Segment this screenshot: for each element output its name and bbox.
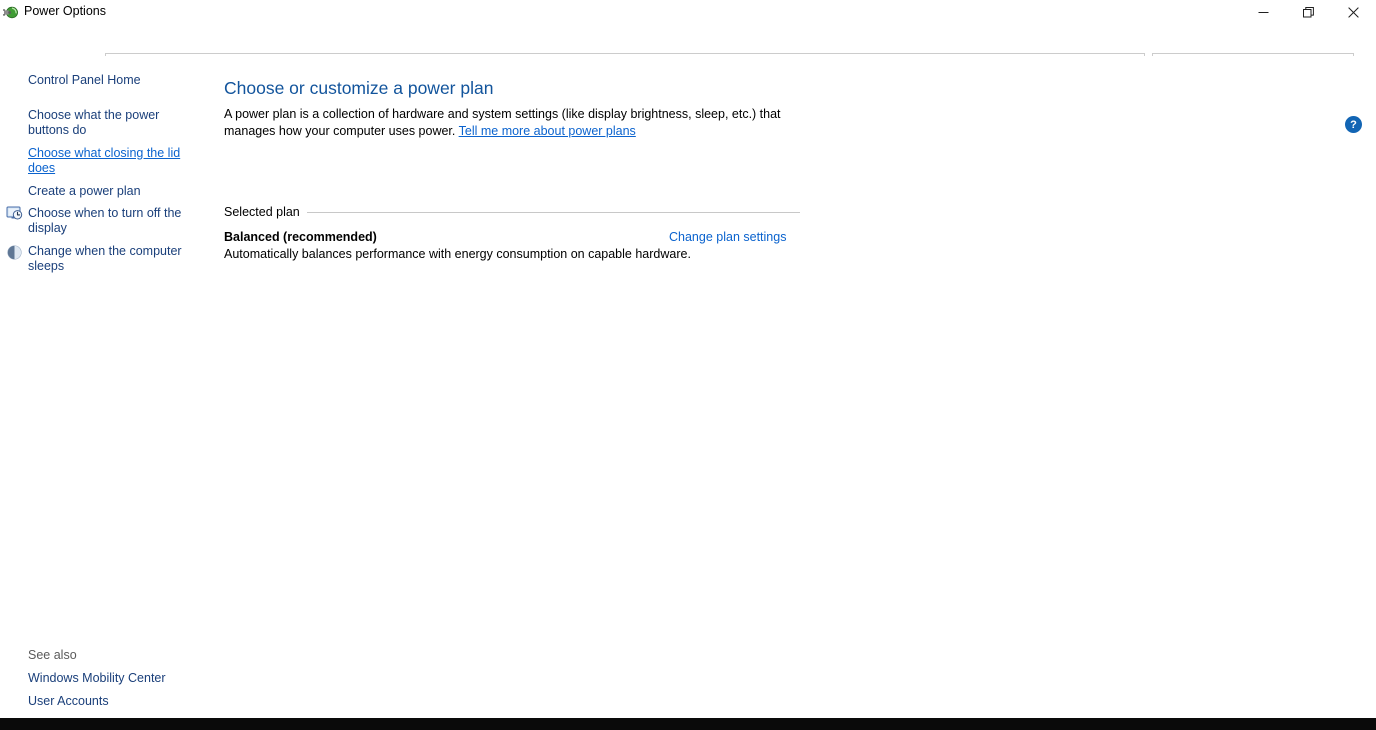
sidebar-item-windows-mobility-center[interactable]: Windows Mobility Center [28, 671, 188, 686]
tell-me-more-link[interactable]: Tell me more about power plans [459, 124, 636, 138]
maximize-button[interactable] [1286, 0, 1331, 24]
sidebar-item-closing-lid[interactable]: Choose what closing the lid does [28, 146, 183, 176]
power-options-window: Power Options Search Control Panel Contr… [0, 0, 1376, 730]
sidebar-item-label: Choose what closing the lid does [28, 146, 181, 175]
sidebar-item-create-power-plan[interactable]: Create a power plan [28, 184, 178, 199]
group-divider [224, 212, 800, 213]
help-button[interactable]: ? [1345, 116, 1362, 133]
selected-plan-group-header: Selected plan [224, 205, 800, 219]
sidebar-item-label: Change when the computer sleeps [28, 244, 182, 273]
sidebar-item-label: Windows Mobility Center [28, 671, 166, 685]
title-bar: Power Options [0, 0, 1376, 24]
display-clock-icon [6, 205, 23, 222]
see-also-heading: See also [28, 648, 77, 662]
change-plan-settings-link[interactable]: Change plan settings [669, 230, 786, 244]
moon-sleep-icon [6, 244, 23, 261]
sidebar-item-user-accounts[interactable]: User Accounts [28, 694, 188, 709]
sidebar-item-label: Control Panel Home [28, 73, 141, 87]
sidebar-item-turn-off-display[interactable]: Choose when to turn off the display [28, 206, 183, 236]
main-panel: Choose or customize a power plan A power… [198, 56, 1376, 718]
close-button[interactable] [1331, 0, 1376, 24]
bottom-strip [0, 718, 1376, 730]
minimize-button[interactable] [1241, 0, 1286, 24]
sidebar-item-control-panel-home[interactable]: Control Panel Home [28, 73, 178, 88]
sidebar: Control Panel Home Choose what the power… [0, 56, 198, 718]
page-title: Choose or customize a power plan [224, 78, 494, 98]
content-area: Control Panel Home Choose what the power… [0, 56, 1376, 718]
group-heading-label: Selected plan [224, 205, 307, 219]
plan-name: Balanced (recommended) [224, 230, 377, 244]
window-controls [1241, 0, 1376, 24]
sidebar-item-label: Choose when to turn off the display [28, 206, 182, 235]
sidebar-item-computer-sleeps[interactable]: Change when the computer sleeps [28, 244, 183, 274]
plan-description: Automatically balances performance with … [224, 247, 691, 261]
power-plug-icon [2, 3, 20, 21]
help-button-label: ? [1350, 118, 1357, 131]
window-title: Power Options [24, 4, 106, 18]
sidebar-item-label: User Accounts [28, 694, 109, 708]
navigation-bar: › Control Panel › Hardware and Sound › P… [0, 24, 1376, 77]
sidebar-item-label: Choose what the power buttons do [28, 108, 160, 137]
sidebar-item-label: Create a power plan [28, 184, 141, 198]
sidebar-item-power-buttons[interactable]: Choose what the power buttons do [28, 108, 168, 138]
page-description: A power plan is a collection of hardware… [224, 106, 814, 140]
